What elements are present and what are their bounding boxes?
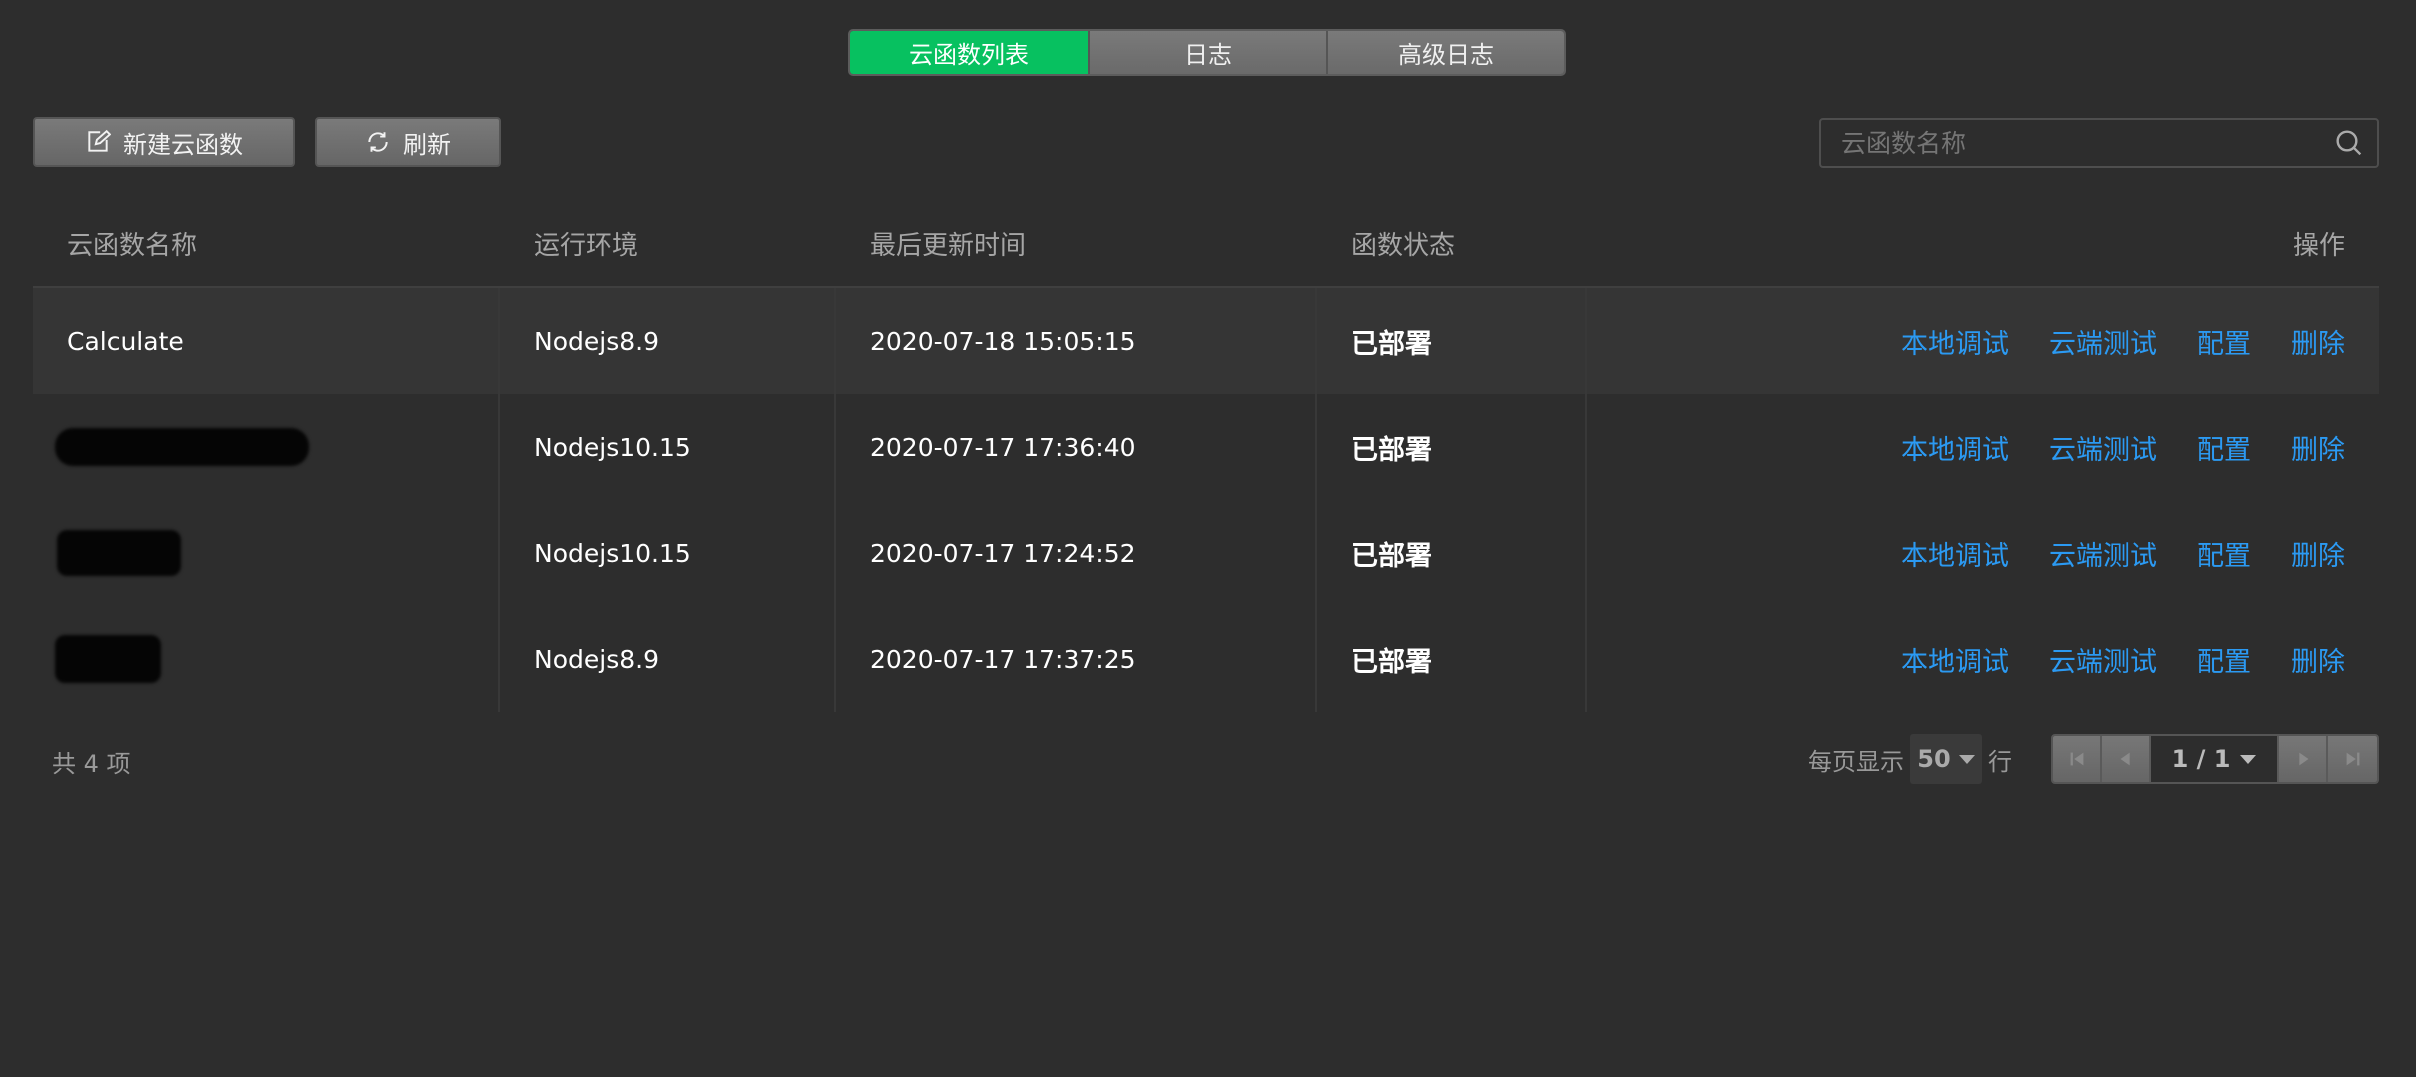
redacted-name <box>57 530 181 576</box>
per-page-label: 每页显示 <box>1808 747 1904 776</box>
header-runtime: 运行环境 <box>534 230 639 261</box>
local-debug-link[interactable]: 本地调试 <box>1901 640 2009 679</box>
view-tabs: 云函数列表 日志 高级日志 <box>848 29 1566 76</box>
page-size-select[interactable]: 50 <box>1910 734 1982 784</box>
header-actions: 操作 <box>2292 230 2345 261</box>
function-runtime: Nodejs8.9 <box>500 288 836 394</box>
page-size-control: 每页显示 50 行 <box>1808 734 2012 784</box>
row-actions: 本地调试 云端测试 配置 删除 <box>1587 500 2379 606</box>
search-box <box>1819 118 2379 168</box>
function-name: Calculate <box>33 288 500 394</box>
total-count: 共 4 项 <box>52 750 131 778</box>
refresh-button[interactable]: 刷新 <box>315 117 501 167</box>
per-page-unit: 行 <box>1988 747 2012 776</box>
last-page-icon <box>2346 752 2359 766</box>
function-updated: 2020-07-18 15:05:15 <box>836 288 1317 394</box>
chevron-down-icon <box>2240 754 2257 764</box>
function-name <box>33 500 500 606</box>
first-page-button[interactable] <box>2053 736 2102 782</box>
new-function-button[interactable]: 新建云函数 <box>33 117 295 167</box>
functions-table: 云函数名称 运行环境 最后更新时间 函数状态 操作 Calculate Node… <box>33 200 2379 712</box>
refresh-label: 刷新 <box>403 130 451 159</box>
function-status: 已部署 <box>1317 288 1587 394</box>
row-actions: 本地调试 云端测试 配置 删除 <box>1587 606 2379 712</box>
function-name <box>33 606 500 712</box>
function-name <box>33 394 500 500</box>
last-page-button[interactable] <box>2328 736 2377 782</box>
new-function-label: 新建云函数 <box>123 130 243 159</box>
prev-page-icon <box>2120 752 2130 766</box>
delete-link[interactable]: 删除 <box>2291 640 2345 679</box>
local-debug-link[interactable]: 本地调试 <box>1901 322 2009 361</box>
cloud-functions-page: 云函数列表 日志 高级日志 新建云函数 刷新 云函数名称 运行环境 最后更新时间 <box>0 0 2416 1077</box>
prev-page-button[interactable] <box>2102 736 2151 782</box>
table-row: Calculate Nodejs8.9 2020-07-18 15:05:15 … <box>33 288 2379 394</box>
header-name: 云函数名称 <box>67 230 198 261</box>
table-row: Nodejs10.15 2020-07-17 17:24:52 已部署 本地调试… <box>33 500 2379 606</box>
first-page-icon <box>2070 752 2083 766</box>
cloud-test-link[interactable]: 云端测试 <box>2049 534 2157 573</box>
chevron-down-icon <box>1958 754 1975 764</box>
tab-logs[interactable]: 日志 <box>1088 31 1326 74</box>
function-updated: 2020-07-17 17:24:52 <box>836 500 1317 606</box>
local-debug-link[interactable]: 本地调试 <box>1901 428 2009 467</box>
row-actions: 本地调试 云端测试 配置 删除 <box>1587 288 2379 394</box>
edit-icon <box>88 129 111 152</box>
function-runtime: Nodejs10.15 <box>500 500 836 606</box>
row-actions: 本地调试 云端测试 配置 删除 <box>1587 394 2379 500</box>
redacted-name <box>55 635 161 683</box>
pagination: 1 / 1 <box>2051 734 2379 784</box>
function-updated: 2020-07-17 17:36:40 <box>836 394 1317 500</box>
function-status: 已部署 <box>1317 394 1587 500</box>
page-indicator: 1 / 1 <box>2171 745 2231 773</box>
function-status: 已部署 <box>1317 606 1587 712</box>
config-link[interactable]: 配置 <box>2197 640 2251 679</box>
page-size-value: 50 <box>1917 745 1951 773</box>
delete-link[interactable]: 删除 <box>2291 428 2345 467</box>
config-link[interactable]: 配置 <box>2197 322 2251 361</box>
config-link[interactable]: 配置 <box>2197 428 2251 467</box>
table-row: Nodejs8.9 2020-07-17 17:37:25 已部署 本地调试 云… <box>33 606 2379 712</box>
search-icon[interactable] <box>2333 127 2365 159</box>
redacted-name <box>55 428 309 466</box>
cloud-test-link[interactable]: 云端测试 <box>2049 428 2157 467</box>
tab-advanced-logs[interactable]: 高级日志 <box>1326 31 1564 74</box>
search-input[interactable] <box>1821 120 2333 166</box>
next-page-button[interactable] <box>2279 736 2328 782</box>
config-link[interactable]: 配置 <box>2197 534 2251 573</box>
function-runtime: Nodejs10.15 <box>500 394 836 500</box>
function-status: 已部署 <box>1317 500 1587 606</box>
cloud-test-link[interactable]: 云端测试 <box>2049 322 2157 361</box>
function-updated: 2020-07-17 17:37:25 <box>836 606 1317 712</box>
next-page-icon <box>2298 752 2308 766</box>
delete-link[interactable]: 删除 <box>2291 322 2345 361</box>
function-runtime: Nodejs8.9 <box>500 606 836 712</box>
header-status: 函数状态 <box>1351 230 1456 261</box>
delete-link[interactable]: 删除 <box>2291 534 2345 573</box>
table-header: 云函数名称 运行环境 最后更新时间 函数状态 操作 <box>33 200 2379 288</box>
refresh-icon <box>368 132 388 152</box>
table-row: Nodejs10.15 2020-07-17 17:36:40 已部署 本地调试… <box>33 394 2379 500</box>
local-debug-link[interactable]: 本地调试 <box>1901 534 2009 573</box>
tab-function-list[interactable]: 云函数列表 <box>850 31 1088 74</box>
header-updated: 最后更新时间 <box>870 230 1027 261</box>
page-select[interactable]: 1 / 1 <box>2151 736 2279 782</box>
cloud-test-link[interactable]: 云端测试 <box>2049 640 2157 679</box>
